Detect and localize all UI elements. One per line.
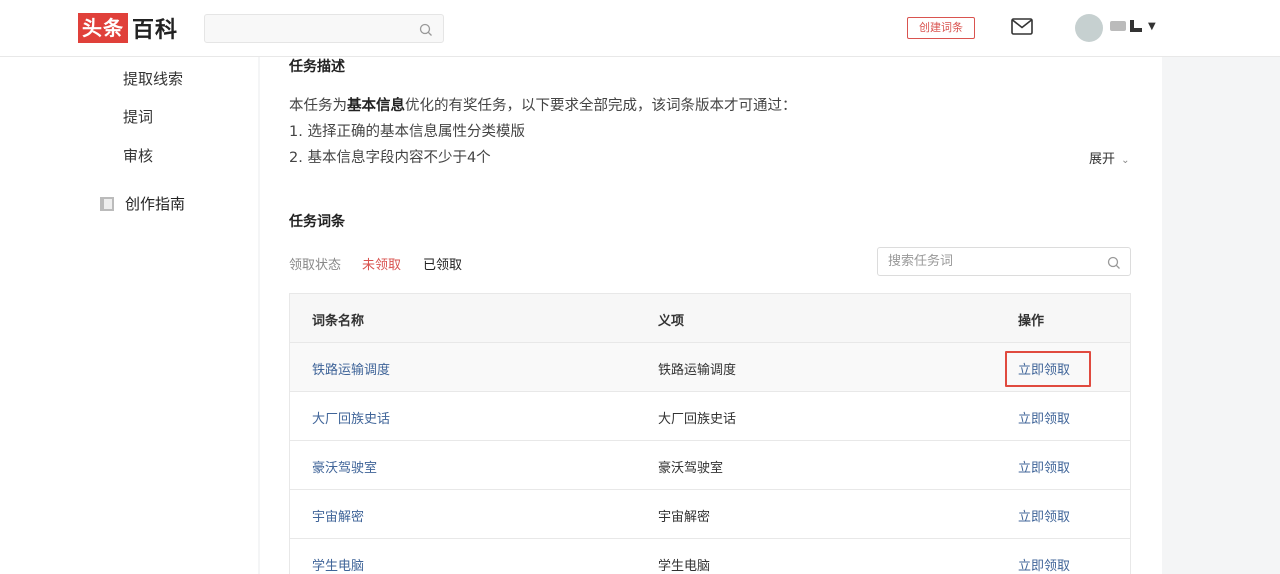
entry-name-link[interactable]: 豪沃驾驶室	[312, 457, 377, 476]
chevron-down-icon: ⌄	[1121, 155, 1130, 166]
intro-suffix: 优化的有奖任务，以下要求全部完成，该词条版本才可通过：	[405, 98, 797, 114]
task-table: 词条名称 义项 操作 铁路运输调度 铁路运输调度 立即领取 大厂回族史话 大厂回…	[289, 293, 1131, 574]
intro-bold: 基本信息	[347, 98, 405, 114]
table-row: 宇宙解密 宇宙解密 立即领取	[290, 490, 1130, 539]
entry-sense: 学生电脑	[658, 559, 711, 574]
task-description-title: 任务描述	[289, 59, 345, 75]
table-header: 词条名称 义项 操作	[290, 294, 1130, 343]
sidebar-item-creation-guide[interactable]: 创作指南	[100, 193, 185, 214]
entry-name-link[interactable]: 宇宙解密	[312, 506, 364, 525]
table-row: 铁路运输调度 铁路运输调度 立即领取	[290, 343, 1130, 392]
task-search-box	[877, 247, 1131, 276]
user-menu[interactable]: ▼	[1110, 20, 1156, 32]
header-search-input[interactable]	[204, 14, 444, 43]
user-name-glyph	[1130, 20, 1142, 32]
sidebar-guide-label: 创作指南	[125, 195, 186, 213]
logo-toutiao: 头条	[78, 13, 128, 43]
highlight-box	[1005, 351, 1091, 387]
sidebar-item-extract-clues[interactable]: 提取线索	[123, 68, 183, 89]
create-entry-button[interactable]: 创建词条	[907, 17, 975, 39]
search-icon[interactable]	[419, 22, 433, 41]
entry-name-link[interactable]: 学生电脑	[312, 555, 364, 574]
chevron-down-icon[interactable]: ▼	[1148, 21, 1156, 32]
user-name-placeholder	[1110, 21, 1126, 31]
task-description-intro: 本任务为基本信息优化的有奖任务，以下要求全部完成，该词条版本才可通过：	[289, 94, 797, 115]
top-header: 头条 百科 创建词条 ▼	[0, 0, 1280, 57]
task-entries-title: 任务词条	[289, 214, 345, 230]
sidebar: 提取线索 提词 审核 创作指南	[0, 57, 258, 574]
claim-button[interactable]: 立即领取	[1018, 457, 1070, 476]
filter-unclaimed[interactable]: 未领取	[362, 254, 401, 273]
column-header-action: 操作	[1018, 314, 1045, 329]
entry-sense: 铁路运输调度	[658, 363, 737, 378]
entry-sense: 大厂回族史话	[658, 412, 737, 427]
expand-label: 展开	[1089, 152, 1116, 167]
mail-icon[interactable]	[1011, 18, 1033, 40]
logo-baike: 百科	[132, 18, 179, 43]
main-content: 任务描述 本任务为基本信息优化的有奖任务，以下要求全部完成，该词条版本才可通过：…	[260, 57, 1162, 574]
filter-label: 领取状态	[289, 258, 342, 273]
avatar[interactable]	[1075, 14, 1103, 42]
book-icon	[100, 196, 114, 211]
task-search-input[interactable]	[888, 248, 1088, 275]
table-row: 学生电脑 学生电脑 立即领取	[290, 539, 1130, 574]
entry-name-link[interactable]: 铁路运输调度	[312, 359, 390, 378]
entry-sense: 宇宙解密	[658, 510, 711, 525]
expand-button[interactable]: 展开 ⌄	[1089, 148, 1130, 167]
intro-prefix: 本任务为	[289, 98, 347, 114]
table-row: 大厂回族史话 大厂回族史话 立即领取	[290, 392, 1130, 441]
claim-button[interactable]: 立即领取	[1018, 408, 1070, 427]
search-icon[interactable]	[1107, 255, 1121, 274]
filter-claimed[interactable]: 已领取	[423, 254, 462, 273]
entry-name-link[interactable]: 大厂回族史话	[312, 408, 390, 427]
entry-sense: 豪沃驾驶室	[658, 461, 724, 476]
site-logo[interactable]: 头条 百科	[78, 13, 178, 43]
column-header-name: 词条名称	[312, 314, 365, 329]
requirement-1: 1. 选择正确的基本信息属性分类模版	[289, 124, 525, 140]
column-header-sense: 义项	[658, 314, 685, 329]
requirement-2: 2. 基本信息字段内容不少于4个	[289, 150, 491, 166]
claim-button[interactable]: 立即领取	[1018, 506, 1070, 525]
table-row: 豪沃驾驶室 豪沃驾驶室 立即领取	[290, 441, 1130, 490]
claim-button[interactable]: 立即领取	[1018, 555, 1070, 574]
sidebar-item-propose-terms[interactable]: 提词	[123, 106, 153, 127]
sidebar-item-review[interactable]: 审核	[123, 145, 153, 166]
